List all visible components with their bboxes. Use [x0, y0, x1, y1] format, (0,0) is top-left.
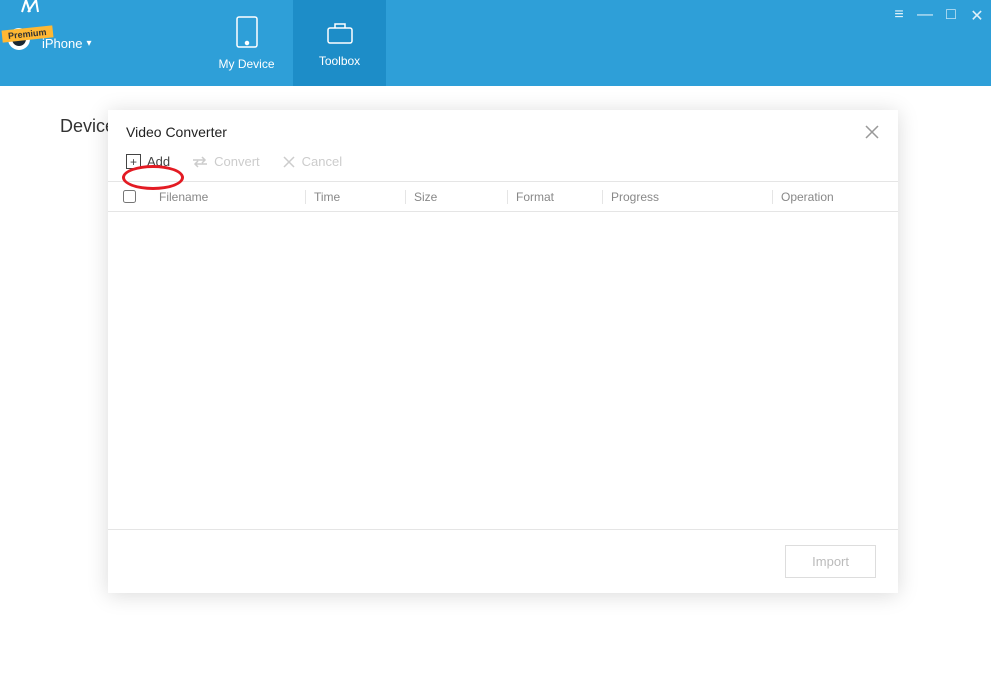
- dialog-close-icon[interactable]: [864, 124, 880, 140]
- logo-ears-icon: [18, 0, 42, 14]
- menu-icon[interactable]: ≡: [891, 6, 907, 26]
- cancel-icon: [282, 155, 296, 169]
- col-filename[interactable]: Filename: [150, 190, 305, 204]
- dialog-toolbar: + Add Convert Cancel: [108, 150, 898, 182]
- table-header: Filename Time Size Format Progress Opera…: [108, 182, 898, 212]
- convert-label: Convert: [214, 154, 260, 169]
- video-converter-dialog: Video Converter + Add Convert Cancel Fil…: [108, 110, 898, 593]
- dialog-title: Video Converter: [126, 124, 227, 140]
- col-time[interactable]: Time: [305, 190, 405, 204]
- window-controls: ≡ — □ ✕: [891, 6, 985, 26]
- import-button[interactable]: Import: [785, 545, 876, 578]
- col-format[interactable]: Format: [507, 190, 602, 204]
- tab-toolbox[interactable]: Toolbox: [293, 0, 386, 86]
- col-size[interactable]: Size: [405, 190, 507, 204]
- add-label: Add: [147, 154, 170, 169]
- toolbox-icon: [324, 18, 356, 46]
- close-icon[interactable]: ✕: [969, 6, 985, 26]
- add-button[interactable]: + Add: [126, 154, 170, 169]
- table-body: [108, 212, 898, 529]
- select-all-checkbox[interactable]: [123, 190, 136, 203]
- col-operation[interactable]: Operation: [772, 190, 878, 204]
- tab-label: Toolbox: [319, 54, 360, 68]
- select-all-cell: [108, 190, 150, 203]
- col-progress[interactable]: Progress: [602, 190, 772, 204]
- plus-icon: +: [126, 154, 141, 169]
- nav-tabs: My Device Toolbox: [200, 0, 386, 86]
- cancel-label: Cancel: [302, 154, 342, 169]
- dialog-footer: Import: [108, 529, 898, 593]
- device-dropdown[interactable]: iPhone: [42, 36, 92, 51]
- tab-label: My Device: [218, 57, 274, 71]
- app-header: Premium iPhone My Device Toolbox ≡ — □ ✕: [0, 0, 991, 86]
- logo-section: Premium iPhone: [0, 0, 130, 86]
- tab-my-device[interactable]: My Device: [200, 0, 293, 86]
- dialog-header: Video Converter: [108, 110, 898, 150]
- convert-button[interactable]: Convert: [192, 154, 260, 169]
- maximize-icon[interactable]: □: [943, 6, 959, 26]
- convert-icon: [192, 155, 208, 169]
- cancel-button[interactable]: Cancel: [282, 154, 342, 169]
- tablet-icon: [233, 15, 261, 49]
- minimize-icon[interactable]: —: [917, 6, 933, 26]
